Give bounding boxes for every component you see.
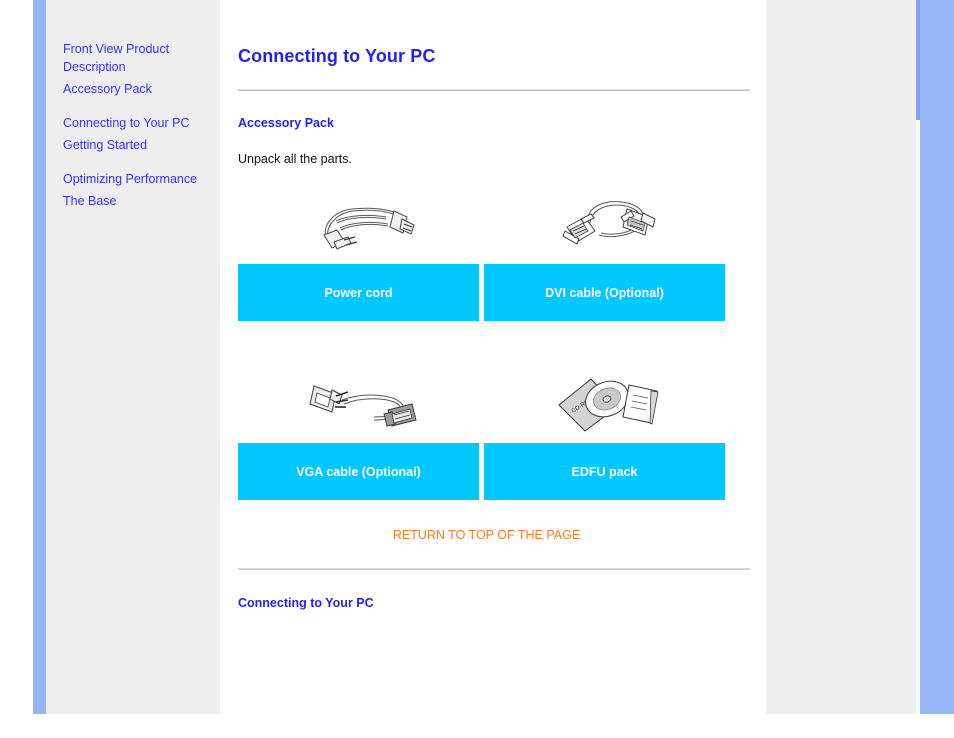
- right-gray-gutter: [896, 0, 916, 714]
- left-blue-band: [33, 0, 46, 714]
- sidebar-item-front-view-product-description[interactable]: Front View Product Description: [63, 40, 213, 76]
- right-gray-band-top: [766, 0, 896, 58]
- bottom-divider: [238, 568, 750, 570]
- caption-vga-cable: VGA cable (Optional): [238, 443, 479, 500]
- power-cord-image-cell: [238, 188, 486, 264]
- product-image-row-2: CD-ROM: [238, 367, 735, 443]
- sidebar-item-getting-started[interactable]: Getting Started: [63, 136, 213, 154]
- caption-edfu-pack: EDFU pack: [484, 443, 725, 500]
- section-heading-accessory-pack: Accessory Pack: [238, 116, 334, 130]
- caption-dvi-cable: DVI cable (Optional): [484, 264, 725, 321]
- sidebar-item-optimizing-performance[interactable]: Optimizing Performance: [63, 170, 213, 188]
- vga-cable-illustration-icon: [302, 374, 422, 436]
- sidebar-item-accessory-pack[interactable]: Accessory Pack: [63, 80, 213, 98]
- sidebar-item-connecting-to-your-pc[interactable]: Connecting to Your PC: [63, 114, 213, 132]
- product-caption-row-2: VGA cable (Optional) EDFU pack: [238, 443, 735, 500]
- dvi-cable-image-cell: [487, 188, 735, 264]
- grid-row-gap: [238, 321, 735, 367]
- product-caption-row-1: Power cord DVI cable (Optional): [238, 264, 735, 321]
- vga-cable-image-cell: [238, 367, 486, 443]
- sidebar-group-3: Optimizing Performance The Base: [63, 170, 213, 210]
- return-to-top-wrapper: RETURN TO TOP OF THE PAGE: [238, 526, 735, 544]
- bottom-section-heading: Connecting to Your PC: [238, 596, 374, 610]
- edfu-pack-illustration-icon: CD-ROM: [551, 371, 671, 439]
- main-content: Connecting to Your PC Accessory Pack Unp…: [238, 0, 750, 610]
- product-image-row-1: [238, 188, 735, 264]
- edfu-pack-image-cell: CD-ROM: [487, 367, 735, 443]
- right-gray-band: [766, 0, 916, 714]
- right-blue-band: [920, 0, 954, 714]
- caption-power-cord: Power cord: [238, 264, 479, 321]
- body-text: Unpack all the parts.: [238, 152, 352, 166]
- dvi-cable-illustration-icon: [555, 195, 667, 257]
- accessory-product-grid: Power cord DVI cable (Optional) CD-ROM V…: [238, 188, 735, 500]
- page-title: Connecting to Your PC: [238, 46, 436, 66]
- power-cord-illustration-icon: [304, 195, 420, 257]
- sidebar-item-the-base[interactable]: The Base: [63, 192, 213, 210]
- title-divider: [238, 89, 750, 91]
- return-to-top-link[interactable]: RETURN TO TOP OF THE PAGE: [393, 528, 580, 542]
- sidebar-group-1: Front View Product Description Accessory…: [63, 40, 213, 98]
- sidebar-navigation: Front View Product Description Accessory…: [63, 40, 213, 226]
- sidebar-group-2: Connecting to Your PC Getting Started: [63, 114, 213, 154]
